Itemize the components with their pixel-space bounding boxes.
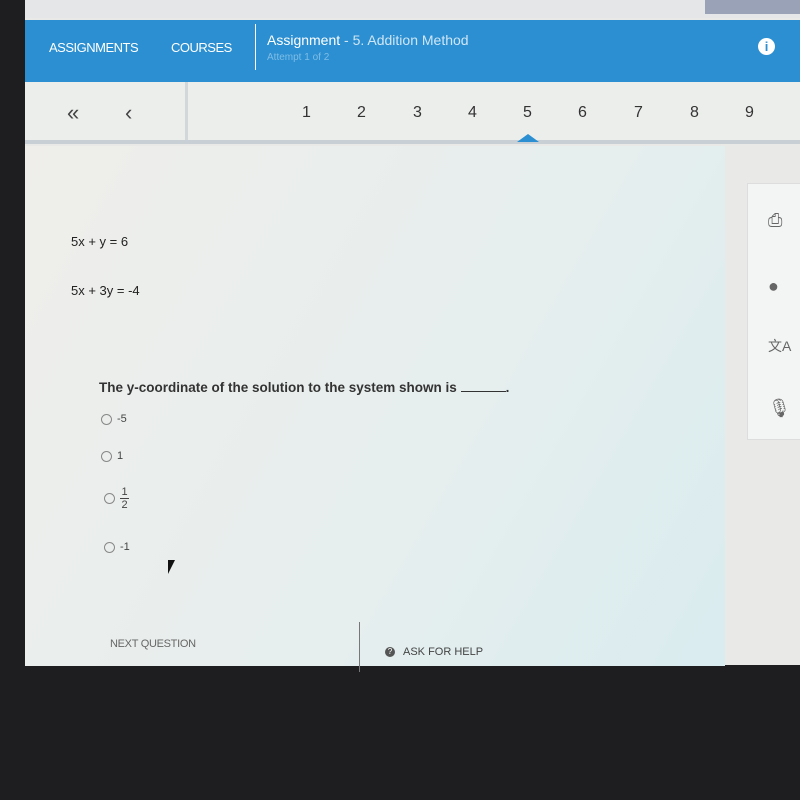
first-button[interactable]: « — [67, 100, 79, 126]
title-text: Assignment — [267, 32, 341, 48]
answer-blank — [460, 391, 506, 392]
browser-strip — [25, 0, 800, 18]
tools-panel: ⎙ ● 文A 🎙 — [747, 183, 800, 440]
header-bar: ASSIGNMENTS COURSES Assignment - 5. Addi… — [25, 20, 800, 82]
question-pager: « ‹ 1 2 3 4 5 6 7 8 9 — [25, 82, 800, 144]
globe-icon[interactable]: ● — [768, 276, 779, 297]
prompt-end: . — [505, 380, 510, 395]
page-3[interactable]: 3 — [413, 104, 422, 122]
radio-button[interactable] — [104, 493, 115, 504]
page-1[interactable]: 1 — [302, 104, 311, 122]
fraction: 12 — [120, 486, 129, 511]
microphone-icon[interactable]: 🎙 — [768, 398, 791, 419]
equation-2: 5x + 3y = -4 — [71, 283, 140, 298]
option-label: -5 — [117, 413, 127, 425]
page-4[interactable]: 4 — [468, 104, 477, 122]
equation-1: 5x + y = 6 — [71, 234, 129, 249]
page-9[interactable]: 9 — [745, 104, 754, 122]
footer: NEXT QUESTION ? ASK FOR HELP — [25, 622, 775, 672]
current-page-indicator — [517, 134, 539, 142]
option-label: -1 — [120, 541, 130, 553]
divider — [359, 622, 360, 672]
page-6[interactable]: 6 — [578, 104, 587, 122]
page-5[interactable]: 5 — [523, 104, 532, 122]
nav-courses[interactable]: COURSES — [171, 40, 232, 55]
radio-button[interactable] — [101, 413, 112, 425]
radio-button[interactable] — [101, 450, 112, 462]
option-4[interactable]: -1 — [104, 541, 130, 553]
print-icon[interactable]: ⎙ — [768, 210, 782, 231]
option-2[interactable]: 1 — [101, 450, 123, 462]
page-8[interactable]: 8 — [690, 104, 699, 122]
info-icon[interactable]: i — [758, 38, 775, 55]
title-subtitle: - 5. Addition Method — [340, 32, 469, 48]
option-label: 1 — [117, 450, 124, 462]
assignment-title: Assignment - 5. Addition Method — [267, 32, 469, 48]
question-prompt: The y-coordinate of the solution to the … — [99, 380, 509, 395]
ask-for-help-button[interactable]: ? ASK FOR HELP — [385, 646, 483, 658]
prev-button[interactable]: ‹ — [125, 100, 132, 126]
numerator: 1 — [121, 486, 128, 498]
option-1[interactable]: -5 — [101, 413, 127, 425]
nav-assignments[interactable]: ASSIGNMENTS — [49, 40, 139, 55]
mouse-cursor-icon — [168, 560, 175, 574]
divider — [185, 82, 188, 140]
strip-block — [705, 0, 800, 14]
translate-icon[interactable]: 文A — [768, 336, 791, 356]
attempt-label: Attempt 1 of 2 — [267, 52, 330, 63]
help-icon: ? — [385, 647, 395, 657]
divider — [255, 24, 256, 70]
denominator: 2 — [121, 499, 128, 511]
page-2[interactable]: 2 — [357, 104, 366, 122]
option-3[interactable]: 12 — [104, 486, 129, 511]
prompt-text: The y-coordinate of the solution to the … — [99, 380, 457, 395]
radio-button[interactable] — [104, 541, 115, 553]
question-area — [25, 146, 725, 666]
help-label: ASK FOR HELP — [403, 646, 484, 658]
page-7[interactable]: 7 — [634, 104, 643, 122]
next-question-button[interactable]: NEXT QUESTION — [110, 638, 196, 650]
